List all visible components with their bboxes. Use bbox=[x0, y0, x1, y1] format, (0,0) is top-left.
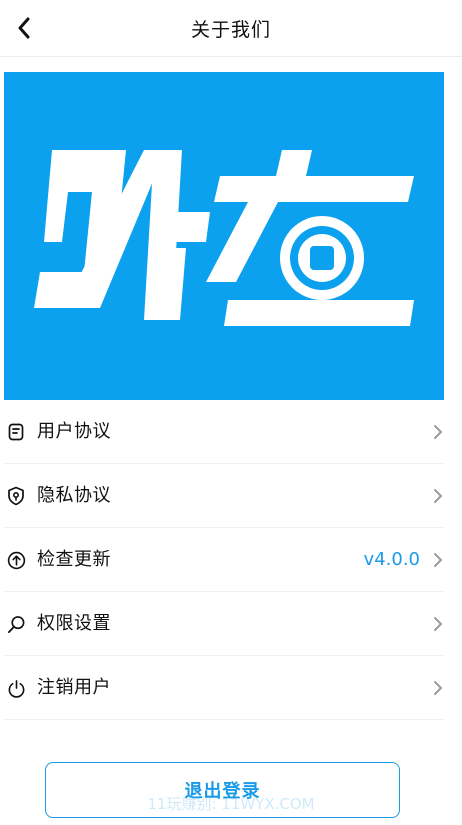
back-button[interactable] bbox=[6, 10, 42, 46]
chevron-left-icon bbox=[18, 17, 30, 39]
menu-item-label: 权限设置 bbox=[37, 613, 111, 634]
menu-item-privacy-agreement[interactable]: 隐私协议 bbox=[0, 464, 462, 528]
about-us-page: 关于我们 财查 用户协议 隐私协议 检查更新 v4.0.0 权限设置 注销用户 … bbox=[0, 0, 462, 825]
search-icon bbox=[6, 614, 26, 634]
chevron-right-icon bbox=[434, 553, 442, 567]
power-icon bbox=[6, 678, 26, 698]
menu-item-label: 隐私协议 bbox=[37, 485, 111, 506]
brand-banner: 财查 bbox=[4, 72, 444, 400]
brand-logo: 财查 bbox=[4, 72, 414, 326]
chevron-right-icon bbox=[434, 617, 442, 631]
shield-icon bbox=[6, 486, 26, 506]
version-value: v4.0.0 bbox=[363, 549, 420, 570]
page-title: 关于我们 bbox=[190, 18, 271, 41]
logout-button[interactable]: 退出登录 bbox=[45, 762, 400, 818]
menu-item-label: 用户协议 bbox=[37, 421, 111, 442]
menu-item-label: 检查更新 bbox=[37, 549, 111, 570]
menu-item-check-update[interactable]: 检查更新 v4.0.0 bbox=[0, 528, 462, 592]
arrow-up-circle-icon bbox=[6, 550, 26, 570]
chevron-right-icon bbox=[434, 681, 442, 695]
chevron-right-icon bbox=[434, 489, 442, 503]
menu-item-delete-account[interactable]: 注销用户 bbox=[0, 656, 462, 720]
document-icon bbox=[6, 422, 26, 442]
menu-item-user-agreement[interactable]: 用户协议 bbox=[0, 400, 462, 464]
logo-text: 财查 bbox=[4, 72, 6, 73]
menu-item-permission-settings[interactable]: 权限设置 bbox=[0, 592, 462, 656]
settings-menu: 用户协议 隐私协议 检查更新 v4.0.0 权限设置 注销用户 bbox=[0, 400, 462, 720]
nav-header: 关于我们 bbox=[0, 0, 462, 57]
menu-item-label: 注销用户 bbox=[37, 677, 111, 698]
chevron-right-icon bbox=[434, 425, 442, 439]
